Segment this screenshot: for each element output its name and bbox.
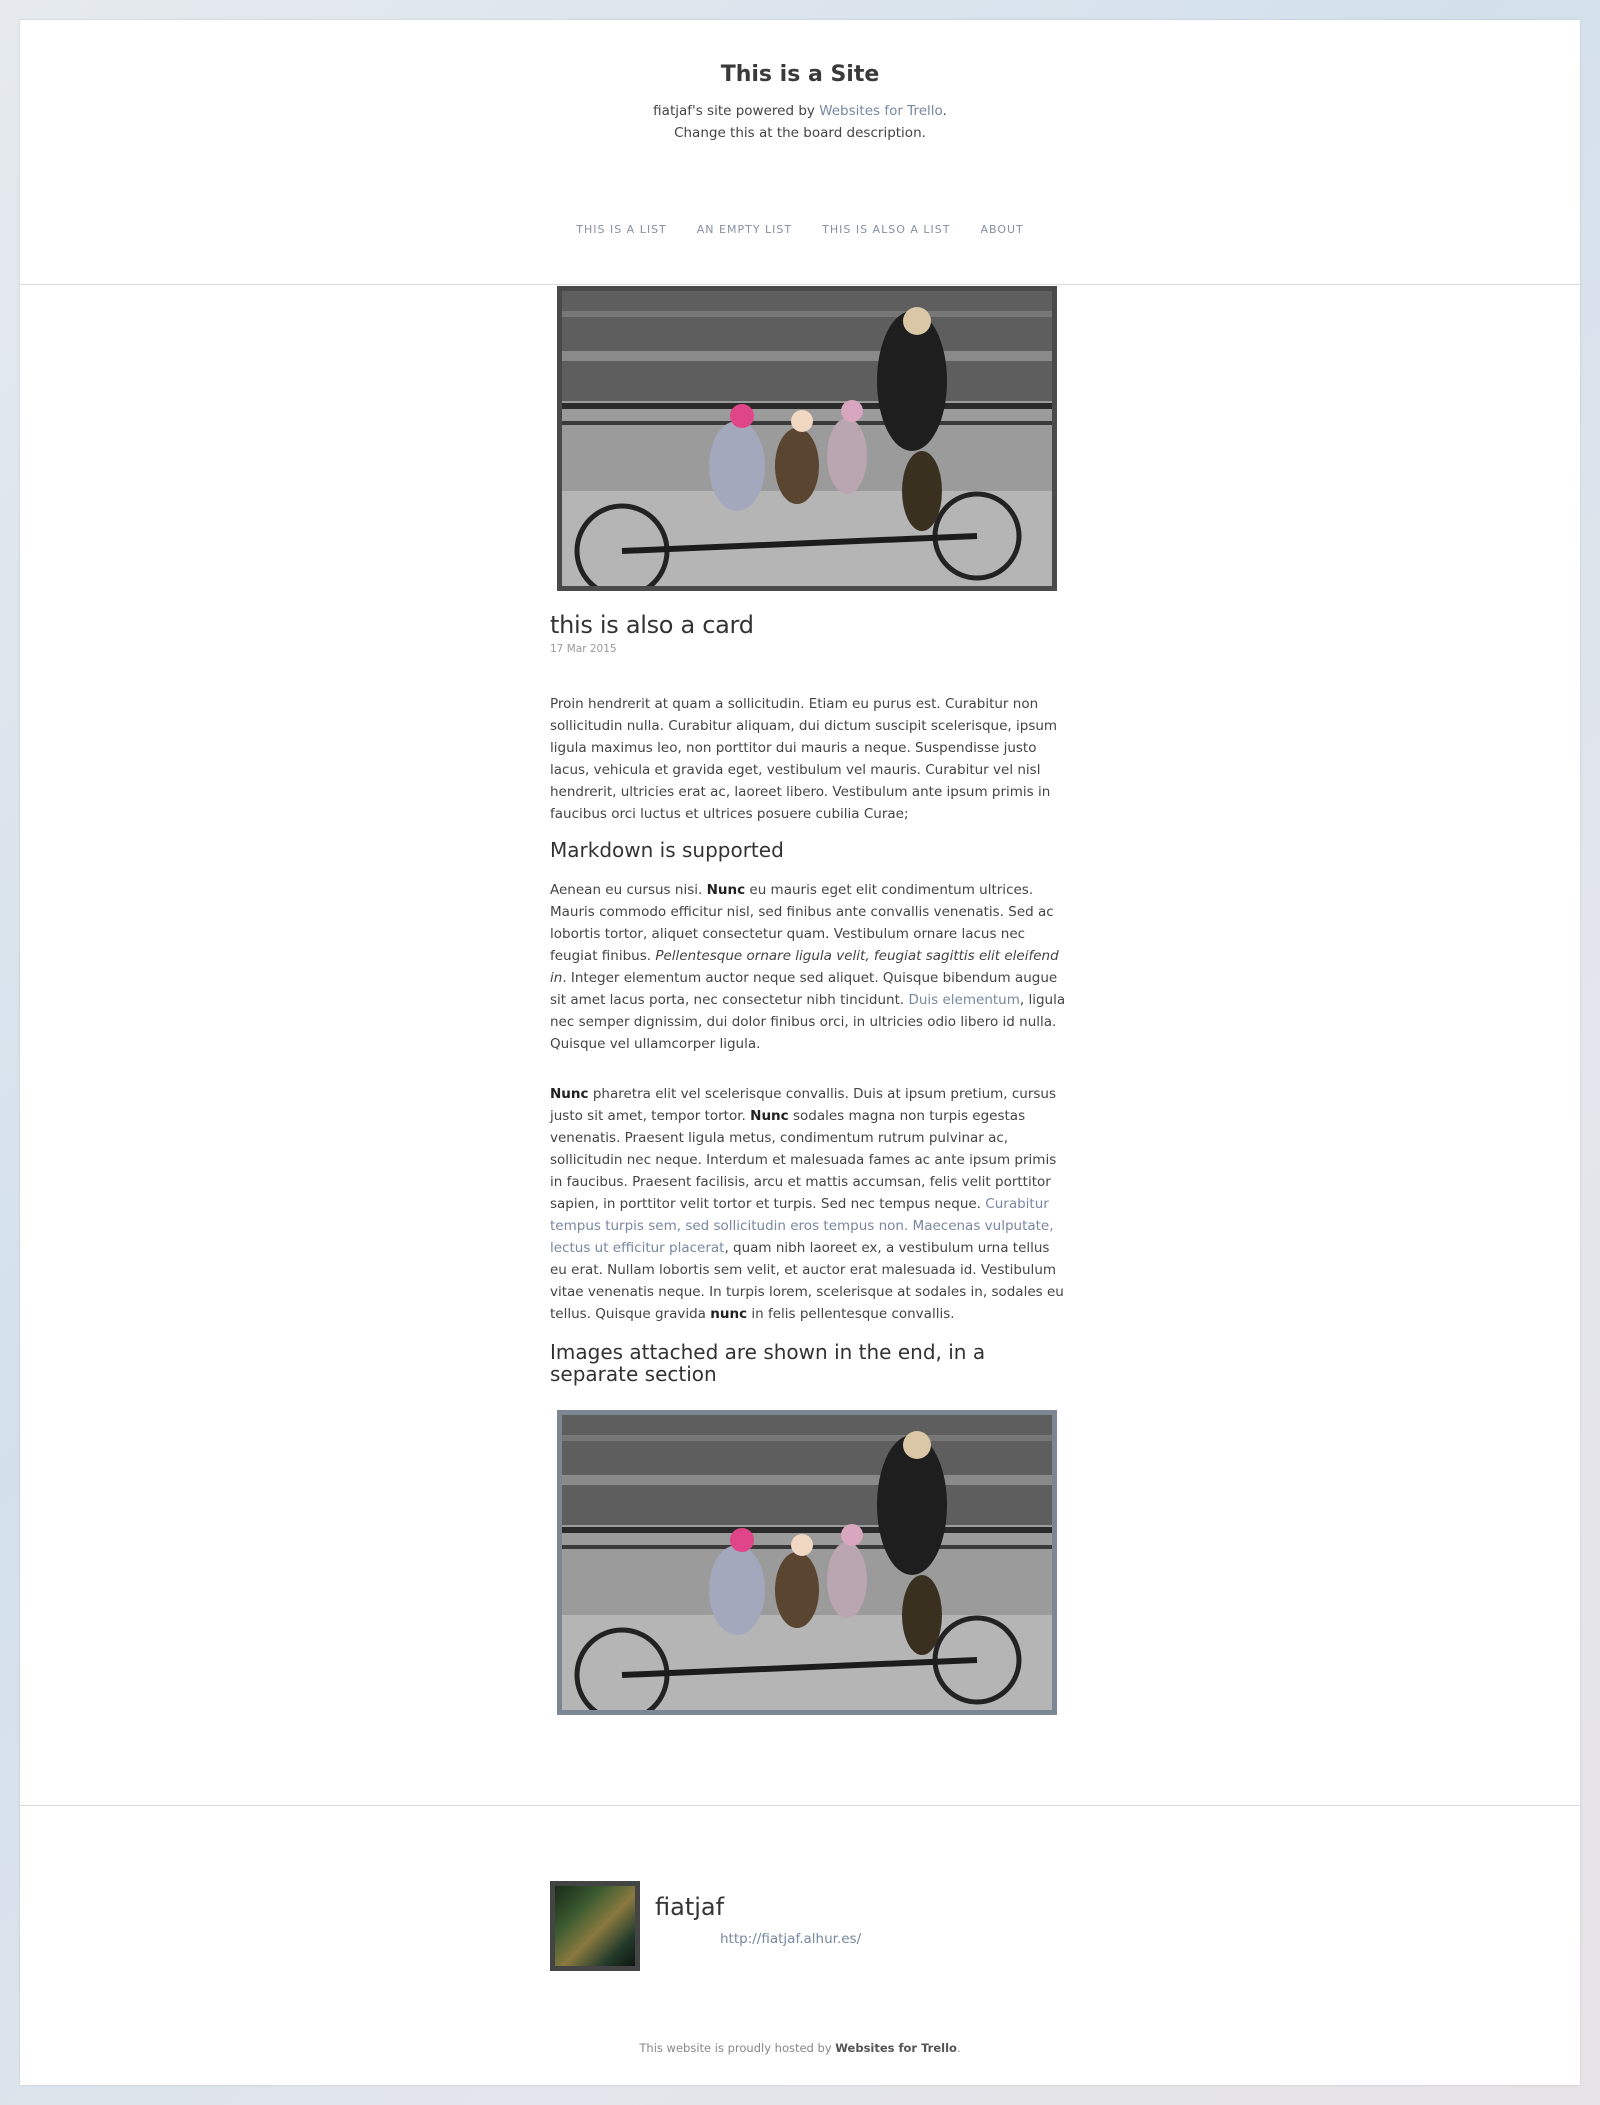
site-description: fiatjaf's site powered by Websites for T…	[20, 100, 1580, 144]
websites-for-trello-link[interactable]: Websites for Trello	[819, 103, 942, 119]
cover-image	[562, 291, 1052, 586]
credit-link[interactable]: Websites for Trello	[835, 2041, 957, 2055]
p3-text-g: in felis pellentesque convallis.	[747, 1306, 955, 1322]
heading-markdown: Markdown is supported	[550, 838, 784, 862]
p3-bold-nunc-1: Nunc	[550, 1086, 589, 1102]
site-desc-line2: Change this at the board description.	[674, 125, 926, 141]
avatar-image	[555, 1886, 635, 1966]
family-bicycle-photo-icon	[562, 291, 1052, 586]
heading-images: Images attached are shown in the end, in…	[550, 1340, 986, 1386]
page-container: This is a Site fiatjaf's site powered by…	[20, 20, 1580, 2085]
p2-text-a: Aenean eu cursus nisi.	[550, 882, 707, 898]
duis-elementum-link[interactable]: Duis elementum	[908, 992, 1019, 1008]
card-date: 17 Mar 2015	[550, 643, 617, 655]
site-footer: fiatjaf http://fiatjaf.alhur.es/ This we…	[20, 1805, 1580, 2085]
avatar[interactable]	[550, 1881, 640, 1971]
main-nav: THIS IS A LIST AN EMPTY LIST THIS IS ALS…	[20, 223, 1580, 236]
paragraph-2: Aenean eu cursus nisi. Nunc eu mauris eg…	[550, 879, 1070, 1055]
author-url-link[interactable]: http://fiatjaf.alhur.es/	[720, 1931, 861, 1947]
attachment-image	[562, 1415, 1052, 1710]
card-content: this is also a card 17 Mar 2015 Proin he…	[550, 286, 1070, 1715]
p2-bold-nunc: Nunc	[706, 882, 746, 898]
nav-item-this-is-a-list[interactable]: THIS IS A LIST	[576, 223, 667, 236]
footer-credit: This website is proudly hosted by Websit…	[20, 2041, 1580, 2055]
family-bicycle-photo-icon	[562, 1415, 1052, 1710]
card-title: this is also a card	[550, 611, 754, 639]
p3-bold-nunc-3: nunc	[710, 1306, 748, 1322]
credit-suffix: .	[956, 2041, 961, 2055]
author-block: fiatjaf http://fiatjaf.alhur.es/	[550, 1881, 861, 1971]
author-info: fiatjaf http://fiatjaf.alhur.es/	[655, 1881, 861, 1971]
credit-prefix: This website is proudly hosted by	[639, 2041, 836, 2055]
author-name: fiatjaf	[655, 1893, 725, 1921]
nav-item-this-is-also-a-list[interactable]: THIS IS ALSO A LIST	[822, 223, 950, 236]
site-title[interactable]: This is a Site	[20, 62, 1580, 87]
cover-image-frame[interactable]	[557, 286, 1057, 591]
nav-item-an-empty-list[interactable]: AN EMPTY LIST	[697, 223, 792, 236]
site-desc-suffix: .	[942, 103, 947, 119]
nav-item-about[interactable]: ABOUT	[980, 223, 1023, 236]
p3-bold-nunc-2: Nunc	[750, 1108, 789, 1124]
attachment-image-frame[interactable]	[557, 1410, 1057, 1715]
paragraph-1: Proin hendrerit at quam a sollicitudin. …	[550, 696, 1058, 822]
site-desc-prefix: fiatjaf's site powered by	[653, 103, 820, 119]
paragraph-3: Nunc pharetra elit vel scelerisque conva…	[550, 1083, 1070, 1325]
site-header: This is a Site fiatjaf's site powered by…	[20, 20, 1580, 285]
